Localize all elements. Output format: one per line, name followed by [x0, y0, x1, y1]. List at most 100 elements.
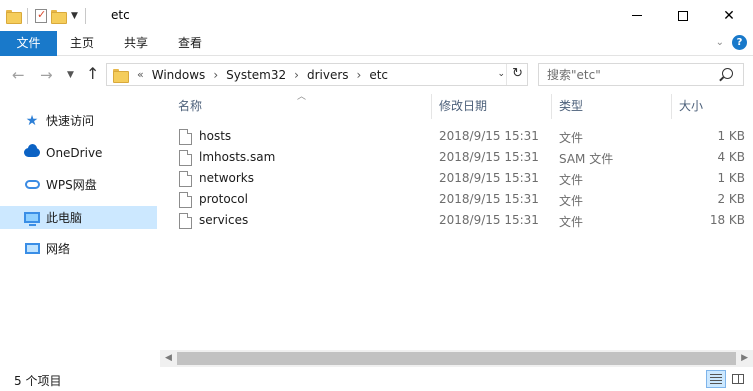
breadcrumb-windows[interactable]: Windows [152, 68, 206, 82]
file-type: 文件 [559, 131, 584, 145]
file-icon [179, 150, 192, 166]
computer-icon [24, 211, 40, 226]
network-icon [24, 242, 40, 256]
tab-file[interactable]: 文件 [0, 31, 57, 56]
file-type: 文件 [559, 173, 584, 187]
breadcrumb-etc[interactable]: etc [369, 68, 388, 82]
chevron-right-icon[interactable]: › [213, 68, 218, 82]
sidebar-item-wps-drive[interactable]: WPS网盘 [0, 173, 157, 196]
file-icon [179, 192, 192, 208]
file-type: 文件 [559, 194, 584, 208]
details-view-button[interactable] [706, 370, 726, 388]
tab-share[interactable]: 共享 [114, 31, 158, 56]
column-header-size[interactable]: 大小 [679, 94, 739, 119]
file-size: 4 KB [717, 150, 745, 164]
breadcrumb: « Windows › System32 › drivers › etc [137, 68, 388, 82]
navigation-pane: ★ 快速访问 OneDrive WPS网盘 此电脑 网络 [0, 94, 160, 367]
sidebar-item-network[interactable]: 网络 [0, 237, 157, 260]
file-icon [179, 213, 192, 229]
sidebar-item-label: 快速访问 [46, 114, 95, 128]
minimize-button[interactable] [614, 0, 660, 31]
file-size: 1 KB [717, 171, 745, 185]
up-arrow-icon[interactable]: ↑ [86, 64, 99, 83]
chevron-right-icon[interactable]: › [357, 68, 362, 82]
forward-arrow-icon[interactable]: → [40, 66, 53, 84]
search-icon[interactable] [722, 68, 733, 79]
sidebar-item-label: OneDrive [46, 145, 103, 160]
tab-view[interactable]: 查看 [168, 31, 212, 56]
file-list: ︿ 名称 修改日期 类型 大小 hosts 2018/9/15 15:31 文件… [160, 92, 753, 367]
sidebar-item-label: 网络 [46, 242, 71, 256]
customize-toolbar-icon[interactable]: ▼ [71, 11, 78, 21]
address-dropdown-icon[interactable]: ⌄ [497, 69, 505, 79]
tab-home[interactable]: 主页 [60, 31, 104, 56]
breadcrumb-system32[interactable]: System32 [226, 68, 286, 82]
horizontal-scrollbar[interactable]: ◀ ▶ [160, 350, 753, 367]
maximize-button[interactable] [660, 0, 706, 31]
toolbar-divider [27, 8, 28, 24]
table-row[interactable]: services 2018/9/15 15:31 文件 18 KB [173, 210, 753, 231]
file-type: SAM 文件 [559, 152, 614, 166]
file-icon [179, 129, 192, 145]
file-date: 2018/9/15 15:31 [439, 171, 539, 185]
sidebar-item-quick-access[interactable]: ★ 快速访问 [0, 109, 157, 132]
file-date: 2018/9/15 15:31 [439, 129, 539, 143]
breadcrumb-drivers[interactable]: drivers [307, 68, 349, 82]
table-row[interactable]: protocol 2018/9/15 15:31 文件 2 KB [173, 189, 753, 210]
table-row[interactable]: networks 2018/9/15 15:31 文件 1 KB [173, 168, 753, 189]
folder-icon [6, 10, 22, 24]
scroll-left-icon[interactable]: ◀ [165, 353, 172, 363]
back-arrow-icon[interactable]: ← [12, 66, 25, 84]
sidebar-item-label: WPS网盘 [46, 178, 97, 192]
star-icon: ★ [25, 112, 39, 129]
search-input[interactable] [547, 64, 717, 85]
title-bar: ▼ etc ✕ [0, 0, 753, 31]
file-name: protocol [199, 192, 248, 206]
column-divider[interactable] [671, 94, 672, 119]
search-box[interactable] [538, 63, 744, 86]
file-date: 2018/9/15 15:31 [439, 192, 539, 206]
file-size: 1 KB [717, 129, 745, 143]
window-title: etc [111, 8, 130, 22]
column-header-date[interactable]: 修改日期 [439, 94, 549, 119]
column-divider[interactable] [431, 94, 432, 119]
quick-access-toolbar: ▼ [6, 6, 89, 26]
cloud-icon [24, 144, 40, 160]
details-view-icon [710, 374, 722, 384]
file-date: 2018/9/15 15:31 [439, 213, 539, 227]
expand-ribbon-icon[interactable]: ⌄ [716, 37, 724, 48]
address-bar[interactable]: « Windows › System32 › drivers › etc ⌄ ↻ [106, 63, 528, 86]
close-button[interactable]: ✕ [706, 0, 752, 31]
scroll-right-icon[interactable]: ▶ [741, 353, 748, 363]
breadcrumb-overflow-icon[interactable]: « [137, 68, 144, 81]
file-name: services [199, 213, 249, 227]
chevron-right-icon[interactable]: › [294, 68, 299, 82]
sidebar-item-onedrive[interactable]: OneDrive [0, 141, 157, 164]
sidebar-item-label: 此电脑 [46, 211, 83, 225]
refresh-icon[interactable]: ↻ [512, 66, 523, 81]
file-date: 2018/9/15 15:31 [439, 150, 539, 164]
large-icons-view-button[interactable] [728, 370, 748, 388]
table-row[interactable]: hosts 2018/9/15 15:31 文件 1 KB [173, 126, 753, 147]
status-bar: 5 个项目 [0, 367, 753, 391]
ribbon-controls: ⌄ ? [716, 35, 747, 50]
properties-icon[interactable] [35, 8, 47, 23]
ribbon-tabs: 文件 主页 共享 查看 ⌄ ? [0, 31, 753, 56]
help-icon[interactable]: ? [732, 35, 747, 50]
toolbar-divider [84, 8, 86, 24]
file-size: 2 KB [717, 192, 745, 206]
column-header-type[interactable]: 类型 [559, 94, 669, 119]
maximize-icon [678, 10, 688, 21]
scrollbar-thumb[interactable] [177, 352, 736, 365]
large-icons-view-icon [732, 374, 744, 384]
recent-locations-chevron-icon[interactable]: ▼ [67, 70, 74, 80]
file-name: lmhosts.sam [199, 150, 276, 164]
close-icon: ✕ [723, 7, 735, 24]
minimize-icon [632, 15, 642, 16]
column-divider[interactable] [551, 94, 552, 119]
table-row[interactable]: lmhosts.sam 2018/9/15 15:31 SAM 文件 4 KB [173, 147, 753, 168]
new-folder-icon[interactable] [51, 10, 67, 24]
folder-icon [113, 68, 129, 83]
sidebar-item-this-pc[interactable]: 此电脑 [0, 206, 157, 229]
column-header-name[interactable]: 名称 [178, 94, 430, 119]
